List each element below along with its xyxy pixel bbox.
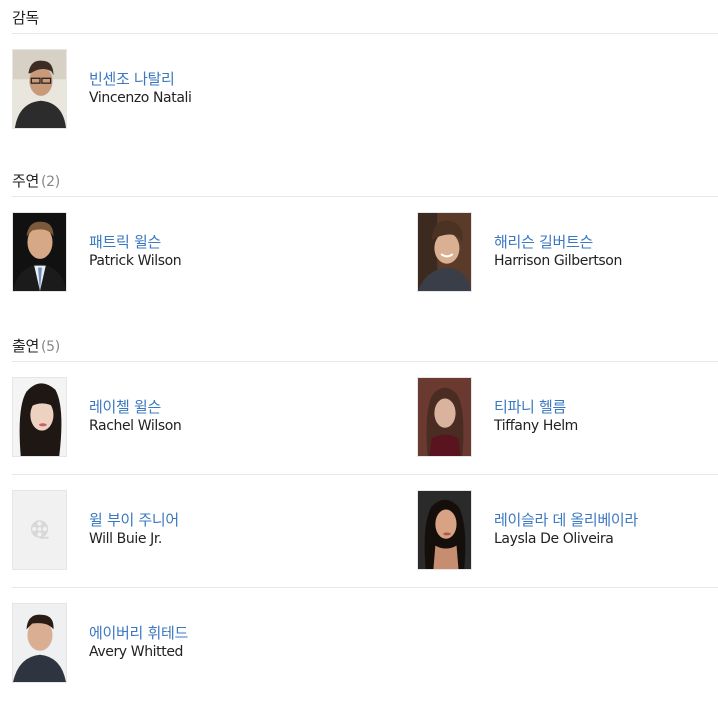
- section-title-label: 출연: [12, 337, 40, 355]
- section-title-label: 감독: [12, 9, 40, 27]
- film-reel-icon: [13, 491, 66, 569]
- person-name-korean-link[interactable]: 패트릭 윌슨: [89, 232, 181, 252]
- person-card[interactable]: 레이슬라 데 올리베이라 Laysla De Oliveira: [417, 490, 718, 572]
- person-photo[interactable]: [12, 212, 67, 292]
- person-names: 레이슬라 데 올리베이라 Laysla De Oliveira: [494, 510, 638, 549]
- person-photo[interactable]: [12, 49, 67, 129]
- section-divider: [12, 196, 718, 197]
- person-name-english: Avery Whitted: [89, 644, 184, 660]
- person-name-english: Patrick Wilson: [89, 253, 182, 269]
- row-divider: [12, 474, 718, 475]
- row-divider: [12, 587, 718, 588]
- section-count: (2): [41, 174, 60, 190]
- person-names: 레이첼 윌슨 Rachel Wilson: [89, 397, 182, 436]
- person-name-english: Rachel Wilson: [89, 418, 182, 434]
- person-names: 해리슨 길버트슨 Harrison Gilbertson: [494, 232, 622, 271]
- section-title-lead: 주연 (2): [12, 171, 60, 192]
- person-photo[interactable]: [12, 603, 67, 683]
- person-photo[interactable]: [12, 377, 67, 457]
- section-title-label: 주연: [12, 172, 40, 190]
- section-count: (5): [41, 339, 60, 355]
- person-card[interactable]: 패트릭 윌슨 Patrick Wilson: [12, 212, 392, 294]
- person-card[interactable]: 빈센조 나탈리 Vincenzo Natali: [12, 49, 392, 131]
- person-photo[interactable]: [417, 490, 472, 570]
- person-names: 패트릭 윌슨 Patrick Wilson: [89, 232, 182, 271]
- person-name-korean-link[interactable]: 레이첼 윌슨: [89, 397, 181, 417]
- person-name-korean-link[interactable]: 에이버리 휘테드: [89, 623, 188, 643]
- person-name-korean-link[interactable]: 해리슨 길버트슨: [494, 232, 622, 252]
- person-name-english: Vincenzo Natali: [89, 90, 192, 106]
- person-names: 티파니 헬름 Tiffany Helm: [494, 397, 578, 436]
- person-names: 윌 부이 주니어 Will Buie Jr.: [89, 510, 179, 549]
- person-names: 에이버리 휘테드 Avery Whitted: [89, 623, 188, 662]
- person-card[interactable]: 레이첼 윌슨 Rachel Wilson: [12, 377, 392, 459]
- person-name-korean-link[interactable]: 티파니 헬름: [494, 397, 578, 417]
- person-name-english: Will Buie Jr.: [89, 531, 162, 547]
- section-title-cast: 출연 (5): [12, 336, 60, 357]
- person-card[interactable]: 티파니 헬름 Tiffany Helm: [417, 377, 718, 459]
- person-name-korean-link[interactable]: 레이슬라 데 올리베이라: [494, 510, 638, 530]
- person-name-english: Harrison Gilbertson: [494, 253, 622, 269]
- person-photo[interactable]: [417, 377, 472, 457]
- section-divider: [12, 361, 718, 362]
- person-name-english: Tiffany Helm: [494, 418, 578, 434]
- person-name-korean-link[interactable]: 윌 부이 주니어: [89, 510, 179, 530]
- person-card[interactable]: 해리슨 길버트슨 Harrison Gilbertson: [417, 212, 718, 294]
- section-divider: [12, 33, 718, 34]
- person-photo[interactable]: [417, 212, 472, 292]
- person-card[interactable]: 윌 부이 주니어 Will Buie Jr.: [12, 490, 392, 572]
- person-photo-placeholder[interactable]: [12, 490, 67, 570]
- person-name-korean-link[interactable]: 빈센조 나탈리: [89, 69, 191, 89]
- person-card[interactable]: 에이버리 휘테드 Avery Whitted: [12, 603, 392, 685]
- person-name-english: Laysla De Oliveira: [494, 531, 614, 547]
- person-names: 빈센조 나탈리 Vincenzo Natali: [89, 69, 192, 108]
- section-title-director: 감독: [12, 8, 39, 28]
